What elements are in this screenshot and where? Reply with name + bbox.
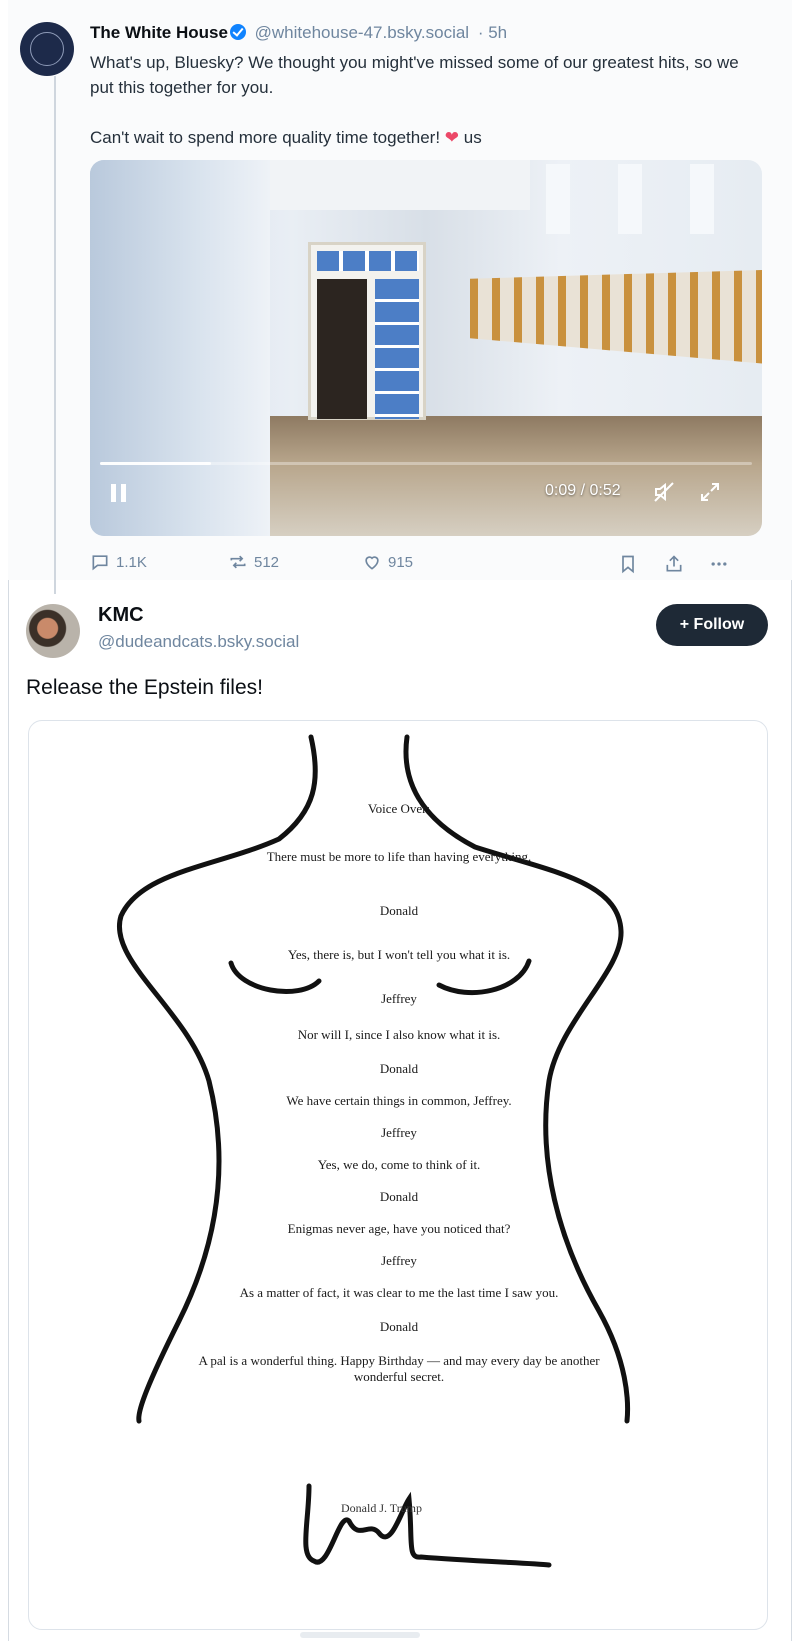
mute-icon[interactable] [652,480,676,504]
reply-icon [92,555,108,571]
seal-logo-icon [30,32,64,66]
whitehouse-avatar[interactable] [20,22,74,76]
parent-timestamp[interactable]: · 5h [478,23,507,42]
video-frame-portraits [470,270,762,364]
letter-line: Jeffrey [381,991,417,1006]
letter-line: A pal is a wonderful thing. Happy Birthd… [198,1353,600,1368]
fullscreen-icon[interactable] [698,480,722,504]
letter-line: Donald [379,903,419,918]
letter-line: We have certain things in common, Jeffre… [286,1093,512,1108]
like-button[interactable]: 915 [362,552,413,572]
heart-emoji-icon: ❤ [444,128,460,147]
letter-line: Donald [379,1319,419,1334]
thread-connector-line [54,76,56,594]
verified-check-icon [229,24,246,40]
parent-post-actions: 1.1K 512 915 [90,552,762,578]
parent-display-name[interactable]: The White House [90,23,228,42]
letter-line: As a matter of fact, it was clear to me … [239,1285,559,1300]
door-open-panel [317,279,367,419]
letter-line: Donald [379,1061,419,1076]
next-post-edge [300,1632,420,1638]
door-glass-panel [375,279,419,419]
reply-button[interactable]: 1.1K [90,552,147,572]
parent-text-line-1: What's up, Bluesky? We thought you might… [90,53,739,97]
kmc-avatar[interactable] [26,604,80,658]
post-text: Release the Epstein files! [26,676,263,699]
letter-line: Nor will I, since I also know what it is… [297,1027,501,1042]
repost-icon [230,555,246,569]
video-frame-ceiling [270,160,530,210]
video-time: 0:09 / 0:52 [545,482,621,499]
letter-line: Enigmas never age, have you noticed that… [287,1221,511,1236]
parent-text-line-2-end: us [459,128,482,147]
video-frame-doorway [308,242,426,420]
parent-post-header: The White House @whitehouse-47.bsky.soci… [90,22,507,44]
video-frame-windows [510,164,762,234]
parent-text-line-2-start: Can't wait to spend more quality time to… [90,128,445,147]
letter-line: wonderful secret. [353,1369,445,1384]
video-progress-bar[interactable] [100,462,752,465]
repost-button[interactable]: 512 [228,552,279,572]
signature-name: Donald J. Trump [341,1501,423,1515]
letter-line: Jeffrey [381,1253,417,1268]
letter-line: Jeffrey [381,1125,417,1140]
video-player[interactable]: 0:09 / 0:52 [90,160,762,536]
more-options-icon[interactable] [708,554,730,574]
post-handle[interactable]: @dudeandcats.bsky.social [98,632,299,652]
pause-icon[interactable] [108,482,130,504]
like-count: 915 [388,553,414,571]
video-frame-wall [90,160,270,536]
letter-line: Yes, there is, but I won't tell you what… [287,947,511,962]
parent-handle[interactable]: @whitehouse-47.bsky.social [255,23,469,42]
letter-line: There must be more to life than having e… [266,849,532,864]
bookmark-icon[interactable] [618,554,638,574]
post-display-name[interactable]: KMC [98,604,144,627]
letter-line: Voice Over: [367,801,431,816]
video-progress-fill [100,462,211,465]
heart-outline-icon [365,556,379,570]
repost-count: 512 [254,553,280,571]
follow-button[interactable]: + Follow [656,604,768,646]
door-transom [317,251,419,271]
video-frame-floor [270,416,762,536]
share-icon[interactable] [664,554,684,574]
letter-line: Donald [379,1189,419,1204]
attached-letter-image[interactable]: Voice Over: There must be more to life th… [28,720,768,1630]
parent-post-text: What's up, Bluesky? We thought you might… [90,50,750,175]
letter-line: Yes, we do, come to think of it. [317,1157,481,1172]
parent-text-line-2: Can't wait to spend more quality time to… [90,125,750,150]
reply-count: 1.1K [116,553,147,571]
